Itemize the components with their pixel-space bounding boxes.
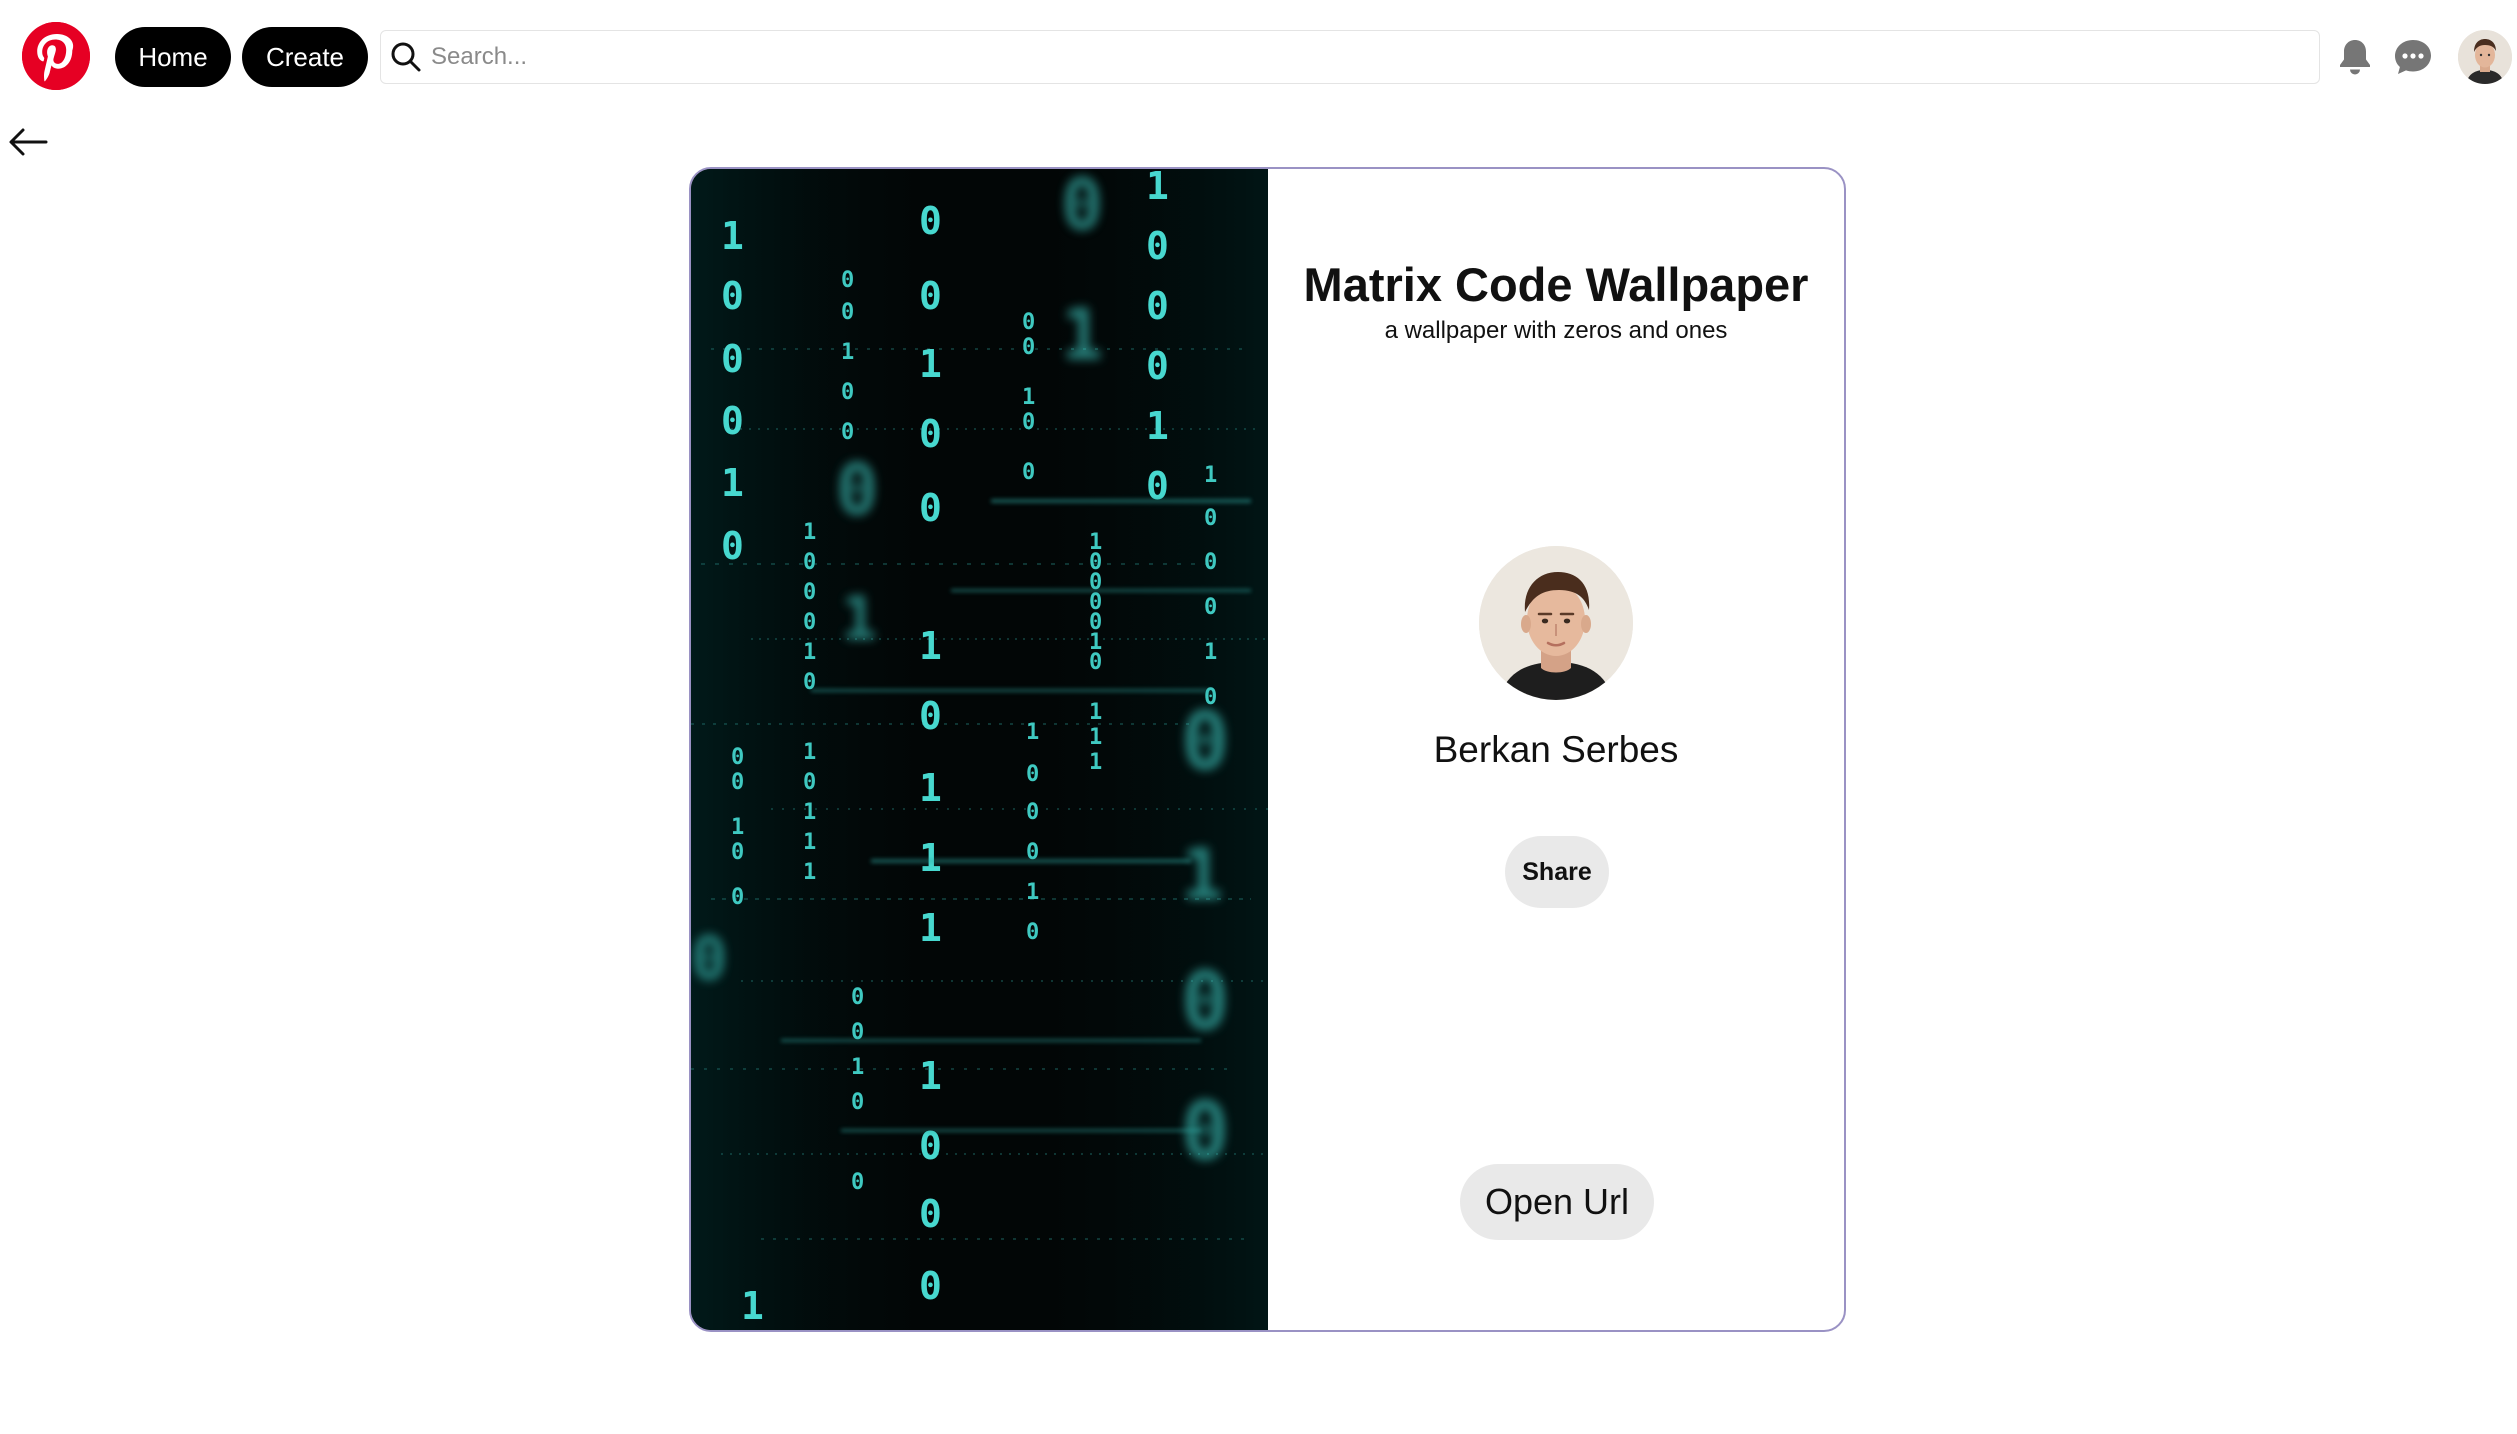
- svg-text:0: 0: [1026, 762, 1039, 787]
- svg-text:0: 0: [803, 610, 816, 635]
- arrow-left-icon: [9, 128, 48, 156]
- svg-text:0: 0: [919, 486, 942, 530]
- svg-text:0: 0: [1204, 550, 1217, 575]
- svg-text:0: 0: [841, 380, 854, 405]
- svg-text:0: 0: [841, 420, 854, 445]
- svg-text:0: 0: [851, 1090, 864, 1115]
- bell-icon[interactable]: [2332, 34, 2378, 80]
- svg-text:0: 0: [919, 199, 942, 243]
- pin-description: a wallpaper with zeros and ones: [1384, 317, 1728, 344]
- svg-text:0: 0: [803, 770, 816, 795]
- svg-text:0: 0: [1146, 224, 1169, 268]
- svg-text:1: 1: [919, 836, 942, 880]
- svg-text:0: 0: [803, 550, 816, 575]
- svg-text:0: 0: [1204, 685, 1217, 710]
- open-url-button[interactable]: Open Url: [1460, 1164, 1654, 1240]
- svg-text:0: 0: [1146, 284, 1169, 328]
- svg-text:1: 1: [1026, 720, 1039, 745]
- svg-text:0: 0: [721, 337, 744, 381]
- svg-text:0: 0: [919, 1192, 942, 1236]
- svg-text:0: 0: [1204, 506, 1217, 531]
- svg-text:0: 0: [691, 924, 727, 994]
- share-button[interactable]: Share: [1505, 836, 1609, 908]
- svg-text:1: 1: [1204, 463, 1217, 488]
- svg-text:1: 1: [851, 1055, 864, 1080]
- svg-text:0: 0: [1181, 955, 1229, 1048]
- user-avatar[interactable]: [2458, 30, 2512, 84]
- svg-text:0: 0: [1061, 169, 1103, 246]
- svg-text:1: 1: [721, 214, 744, 258]
- pin-title: Matrix Code Wallpaper: [1303, 258, 1809, 311]
- svg-text:1: 1: [919, 342, 942, 386]
- svg-text:1: 1: [919, 1054, 942, 1098]
- svg-text:0: 0: [1146, 344, 1169, 388]
- svg-text:0: 0: [721, 274, 744, 318]
- svg-text:1: 1: [919, 624, 942, 668]
- svg-text:1: 1: [803, 830, 816, 855]
- svg-text:0: 0: [1026, 920, 1039, 945]
- pinterest-logo-icon[interactable]: [22, 22, 90, 90]
- top-navigation-bar: Home Create: [0, 0, 2517, 116]
- svg-text:1: 1: [1089, 700, 1102, 725]
- svg-text:1: 1: [1204, 640, 1217, 665]
- svg-text:0: 0: [1022, 410, 1035, 435]
- svg-text:0: 0: [919, 412, 942, 456]
- svg-text:1: 1: [721, 461, 744, 505]
- svg-text:0: 0: [841, 268, 854, 293]
- back-button[interactable]: [6, 120, 50, 164]
- svg-text:1: 1: [1089, 725, 1102, 750]
- svg-text:1: 1: [1061, 294, 1103, 376]
- svg-text:0: 0: [1204, 595, 1217, 620]
- svg-text:1: 1: [1181, 834, 1223, 916]
- svg-text:1: 1: [1026, 880, 1039, 905]
- svg-text:0: 0: [836, 449, 878, 531]
- svg-text:1: 1: [919, 766, 942, 810]
- svg-text:0: 0: [721, 524, 744, 568]
- pin-card: 0 1 0 1 0 1 0 0 0 100 010 001 00 101 11 …: [689, 167, 1846, 1332]
- svg-text:0: 0: [851, 1170, 864, 1195]
- svg-text:0: 0: [731, 885, 744, 910]
- svg-text:1: 1: [841, 340, 854, 365]
- svg-text:0: 0: [1022, 335, 1035, 360]
- search-input[interactable]: [431, 43, 2281, 71]
- svg-text:1: 1: [803, 520, 816, 545]
- search-icon: [391, 42, 421, 72]
- svg-text:1: 1: [1022, 385, 1035, 410]
- svg-text:1: 1: [841, 584, 877, 654]
- svg-text:0: 0: [919, 274, 942, 318]
- svg-text:0: 0: [1022, 460, 1035, 485]
- home-button[interactable]: Home: [115, 27, 231, 87]
- svg-text:1: 1: [1089, 750, 1102, 775]
- svg-text:1: 1: [803, 740, 816, 765]
- create-button[interactable]: Create: [242, 27, 368, 87]
- svg-text:0: 0: [919, 1264, 942, 1308]
- svg-text:0: 0: [731, 745, 744, 770]
- svg-text:1: 1: [803, 640, 816, 665]
- svg-text:1: 1: [741, 1284, 764, 1328]
- svg-text:1: 1: [1146, 169, 1169, 208]
- svg-text:0: 0: [803, 580, 816, 605]
- svg-text:1: 1: [1146, 404, 1169, 448]
- author-avatar[interactable]: [1479, 546, 1633, 700]
- svg-text:1: 1: [803, 860, 816, 885]
- author-name[interactable]: Berkan Serbes: [1268, 729, 1844, 771]
- svg-text:0: 0: [1026, 800, 1039, 825]
- svg-text:1: 1: [919, 906, 942, 950]
- svg-text:0: 0: [1089, 650, 1102, 675]
- svg-text:0: 0: [1022, 310, 1035, 335]
- svg-text:0: 0: [919, 694, 942, 738]
- svg-text:0: 0: [841, 300, 854, 325]
- svg-text:0: 0: [731, 770, 744, 795]
- pin-details: Matrix Code Wallpaper a wallpaper with z…: [1268, 169, 1844, 1330]
- svg-text:0: 0: [721, 399, 744, 443]
- chat-bubble-icon[interactable]: [2390, 34, 2436, 80]
- search-bar[interactable]: [380, 30, 2320, 84]
- svg-text:1: 1: [803, 800, 816, 825]
- matrix-code-image[interactable]: 0 1 0 1 0 1 0 0 0 100 010 001 00 101 11 …: [691, 169, 1268, 1330]
- svg-text:0: 0: [851, 985, 864, 1010]
- svg-text:0: 0: [731, 840, 744, 865]
- svg-text:1: 1: [731, 815, 744, 840]
